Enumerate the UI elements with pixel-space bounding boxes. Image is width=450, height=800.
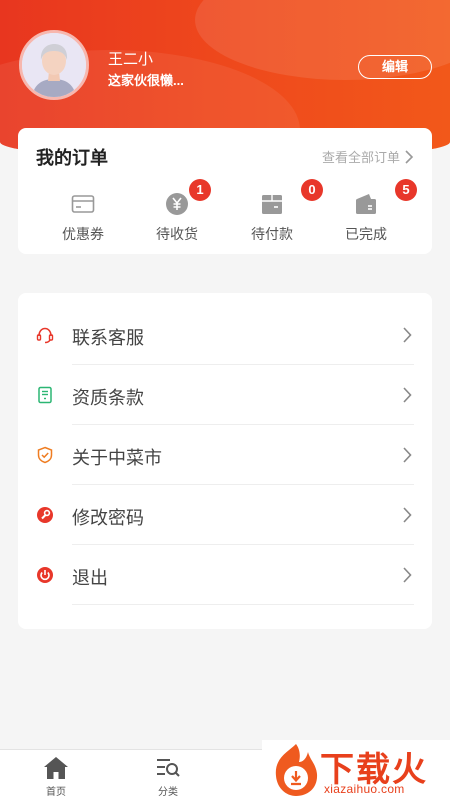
headset-icon xyxy=(36,327,54,344)
order-item-label: 优惠券 xyxy=(62,226,104,242)
order-item-to-receive[interactable]: 待收货 1 xyxy=(137,179,217,244)
count-badge: 5 xyxy=(395,179,417,201)
document-icon xyxy=(38,386,52,404)
user-name: 王二小 xyxy=(108,51,154,68)
tab-category[interactable]: 分类 xyxy=(138,756,198,798)
order-item-label: 已完成 xyxy=(345,226,387,242)
user-signature: 这家伙很懒... xyxy=(108,73,184,88)
chevron-right-icon xyxy=(403,387,412,403)
order-item-label: 待付款 xyxy=(251,226,293,242)
chevron-right-icon xyxy=(403,447,412,463)
order-item-coupons[interactable]: 优惠券 xyxy=(43,188,123,244)
order-item-to-pay[interactable]: 待付款 0 xyxy=(232,179,323,244)
home-icon xyxy=(44,757,68,779)
tab-home[interactable]: 首页 xyxy=(26,756,86,798)
menu-item-about[interactable]: 关于中菜市 xyxy=(18,425,432,485)
order-item-label: 待收货 xyxy=(156,226,198,242)
shield-icon xyxy=(37,446,53,464)
order-status-row: 优惠券 待收货 1 待付款 0 已完成 5 xyxy=(18,179,432,244)
tab-label: 分类 xyxy=(158,787,178,798)
count-badge: 1 xyxy=(189,179,211,201)
box-icon xyxy=(262,195,282,214)
menu-item-customer-service[interactable]: 联系客服 xyxy=(18,305,432,365)
tab-label: 首页 xyxy=(46,787,66,798)
menu-item-change-password[interactable]: 修改密码 xyxy=(18,485,432,545)
divider xyxy=(72,604,414,605)
watermark: 下载火 xiazaihuo.com xyxy=(262,740,450,800)
flame-logo-icon xyxy=(275,744,318,796)
category-search-icon xyxy=(157,759,180,777)
chevron-right-icon xyxy=(405,149,414,164)
chevron-right-icon xyxy=(403,507,412,523)
menu-item-label: 关于中菜市 xyxy=(72,448,162,468)
view-all-orders-link[interactable]: 查看全部订单 xyxy=(322,147,414,166)
avatar[interactable] xyxy=(19,30,89,100)
count-badge: 0 xyxy=(301,179,323,201)
menu-item-label: 联系客服 xyxy=(72,328,144,348)
watermark-url: xiazaihuo.com xyxy=(324,782,405,796)
orders-title: 我的订单 xyxy=(36,148,108,168)
order-item-completed[interactable]: 已完成 5 xyxy=(326,179,417,244)
avatar-person-icon xyxy=(22,33,86,97)
menu-item-qualification-terms[interactable]: 资质条款 xyxy=(18,365,432,425)
orders-card: 我的订单 查看全部订单 优惠券 待收货 1 待付款 0 已完成 5 xyxy=(18,128,432,254)
view-all-orders-label: 查看全部订单 xyxy=(321,150,400,165)
edit-profile-button[interactable]: 编辑 xyxy=(358,55,432,79)
menu-item-label: 资质条款 xyxy=(72,388,144,408)
menu-item-label: 修改密码 xyxy=(72,508,144,528)
power-icon xyxy=(37,567,53,583)
menu-item-label: 退出 xyxy=(72,568,108,588)
chevron-right-icon xyxy=(403,567,412,583)
coupon-icon xyxy=(71,195,95,213)
yen-icon xyxy=(166,193,188,215)
settings-menu-card: 联系客服 资质条款 关于中菜市 修改密码 退出 xyxy=(18,293,432,629)
wrench-icon xyxy=(37,507,53,523)
wallet-icon xyxy=(356,194,376,214)
chevron-right-icon xyxy=(403,327,412,343)
menu-item-logout[interactable]: 退出 xyxy=(18,545,432,605)
